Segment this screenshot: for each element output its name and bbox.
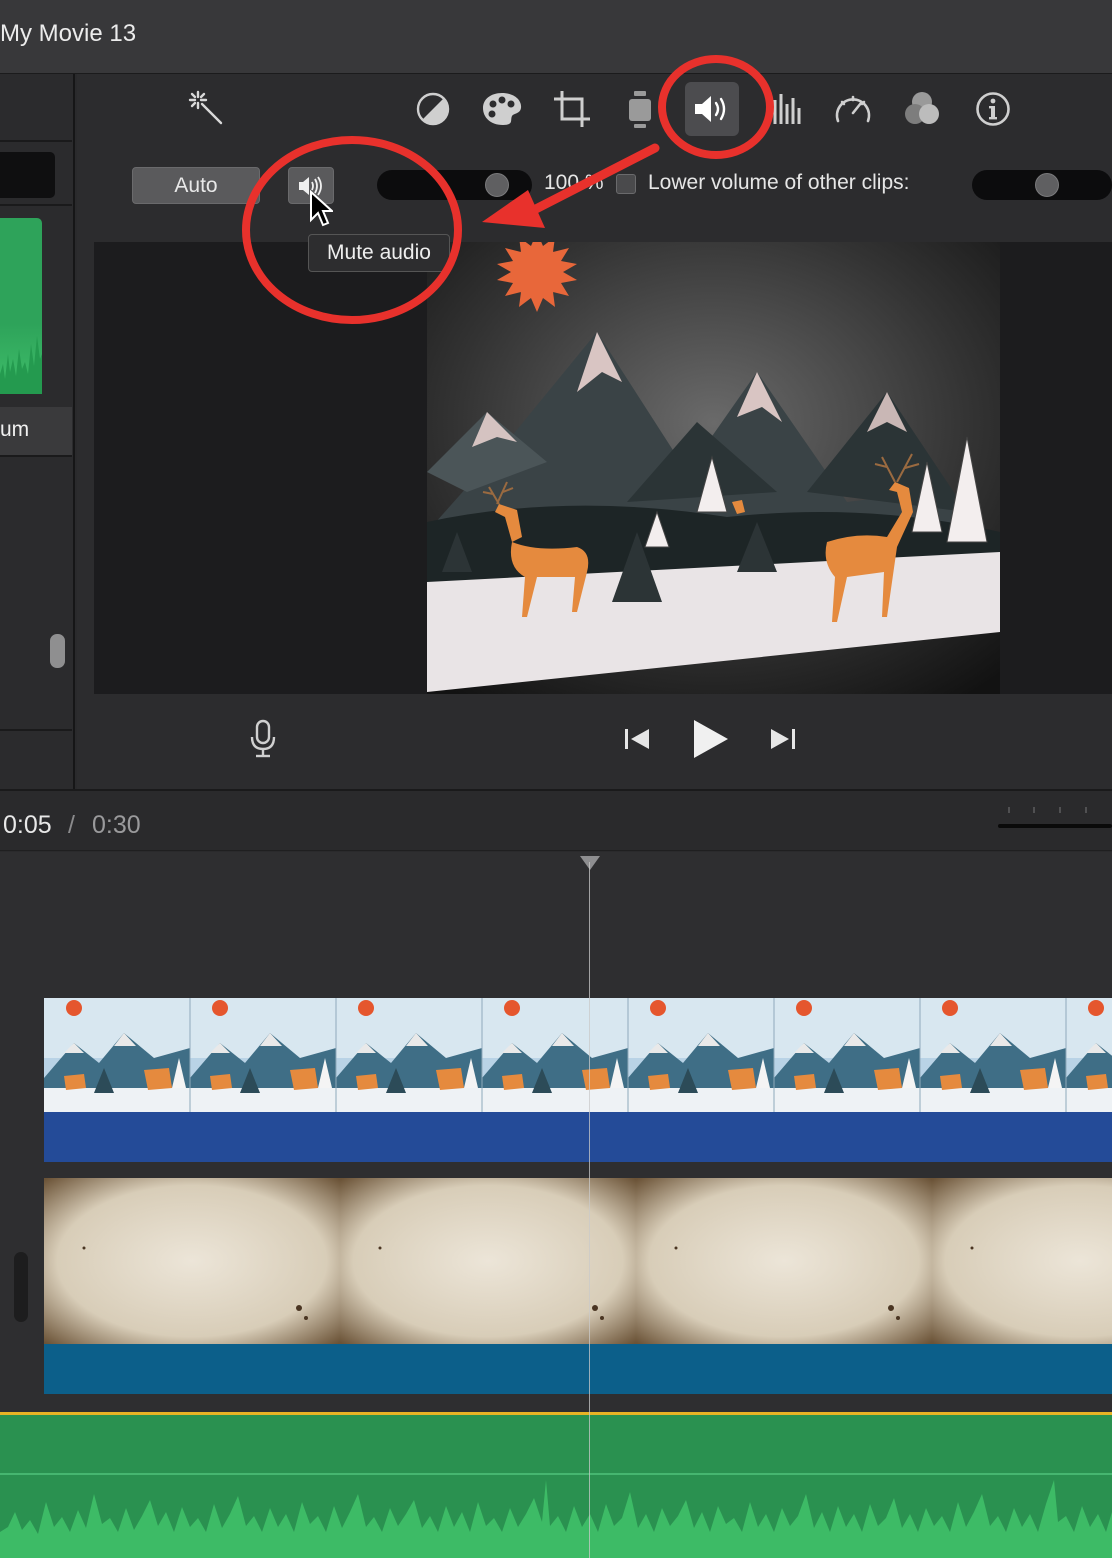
total-duration: 0:30 xyxy=(92,811,141,839)
skip-back-icon xyxy=(625,729,649,749)
sidebar-divider xyxy=(0,729,72,731)
viewer-panel: Auto 100 % Lower volume of other clips: xyxy=(77,74,1112,789)
next-button[interactable] xyxy=(763,714,803,764)
timecode-separator: / xyxy=(68,811,75,839)
skip-forward-icon xyxy=(771,729,795,749)
sidebar-item-label[interactable]: um xyxy=(0,407,72,455)
background-clip-filmstrip[interactable] xyxy=(44,1178,1112,1344)
microphone-icon xyxy=(250,719,276,758)
clip-filter-icon[interactable] xyxy=(895,82,949,136)
sidebar-divider xyxy=(0,140,72,142)
magic-wand-icon[interactable] xyxy=(180,82,234,136)
auto-button[interactable]: Auto xyxy=(132,167,260,204)
previous-button[interactable] xyxy=(617,714,657,764)
zoom-ticks xyxy=(1008,807,1087,813)
lower-volume-slider[interactable] xyxy=(972,170,1112,200)
audio-clip-thumbnail[interactable] xyxy=(0,218,42,394)
background-music-track[interactable] xyxy=(0,1412,1112,1558)
playhead-handle[interactable] xyxy=(580,856,600,870)
color-correction-icon[interactable] xyxy=(475,82,529,136)
crop-icon[interactable] xyxy=(545,82,599,136)
media-browser-sidebar: um xyxy=(0,74,75,789)
title-bar: My Movie 13 xyxy=(0,0,1112,74)
lower-volume-label: Lower volume of other clips: xyxy=(648,171,910,194)
playhead[interactable] xyxy=(589,862,590,1558)
timeline-scrollbar[interactable] xyxy=(14,1252,28,1322)
preview-frame-image xyxy=(427,242,1000,694)
sidebar-scrollbar[interactable] xyxy=(50,634,65,668)
lower-volume-checkbox[interactable] xyxy=(616,174,636,194)
sidebar-divider xyxy=(0,455,72,457)
volume-slider-knob[interactable] xyxy=(485,173,509,197)
search-field[interactable] xyxy=(0,152,55,198)
mouse-cursor-icon xyxy=(310,190,333,227)
equalizer-icon[interactable] xyxy=(759,82,813,136)
window-title: My Movie 13 xyxy=(0,20,137,47)
video-clip-filmstrip[interactable] xyxy=(44,998,1112,1112)
speed-icon[interactable] xyxy=(826,82,880,136)
audio-waveform xyxy=(0,1473,1112,1558)
info-icon[interactable] xyxy=(966,82,1020,136)
volume-slider[interactable] xyxy=(377,170,532,200)
stabilization-icon[interactable] xyxy=(613,82,667,136)
timeline[interactable] xyxy=(0,852,1112,1558)
timeline-header: 0:05 / 0:30 xyxy=(0,791,1112,851)
color-balance-icon[interactable] xyxy=(406,82,460,136)
video-preview xyxy=(94,242,1112,694)
timeline-zoom-slider[interactable] xyxy=(998,824,1112,828)
volume-percent: 100 % xyxy=(544,171,604,194)
record-voiceover-button[interactable] xyxy=(243,714,283,764)
play-button[interactable] xyxy=(687,714,735,764)
background-clip-audio-bar[interactable] xyxy=(44,1344,1112,1394)
current-timecode: 0:05 xyxy=(3,811,52,839)
play-icon xyxy=(694,720,728,758)
sidebar-divider xyxy=(0,204,72,206)
volume-icon[interactable] xyxy=(685,82,739,136)
video-clip-audio-bar[interactable] xyxy=(44,1112,1112,1162)
mute-audio-tooltip: Mute audio xyxy=(308,234,450,272)
lower-volume-slider-knob[interactable] xyxy=(1035,173,1059,197)
